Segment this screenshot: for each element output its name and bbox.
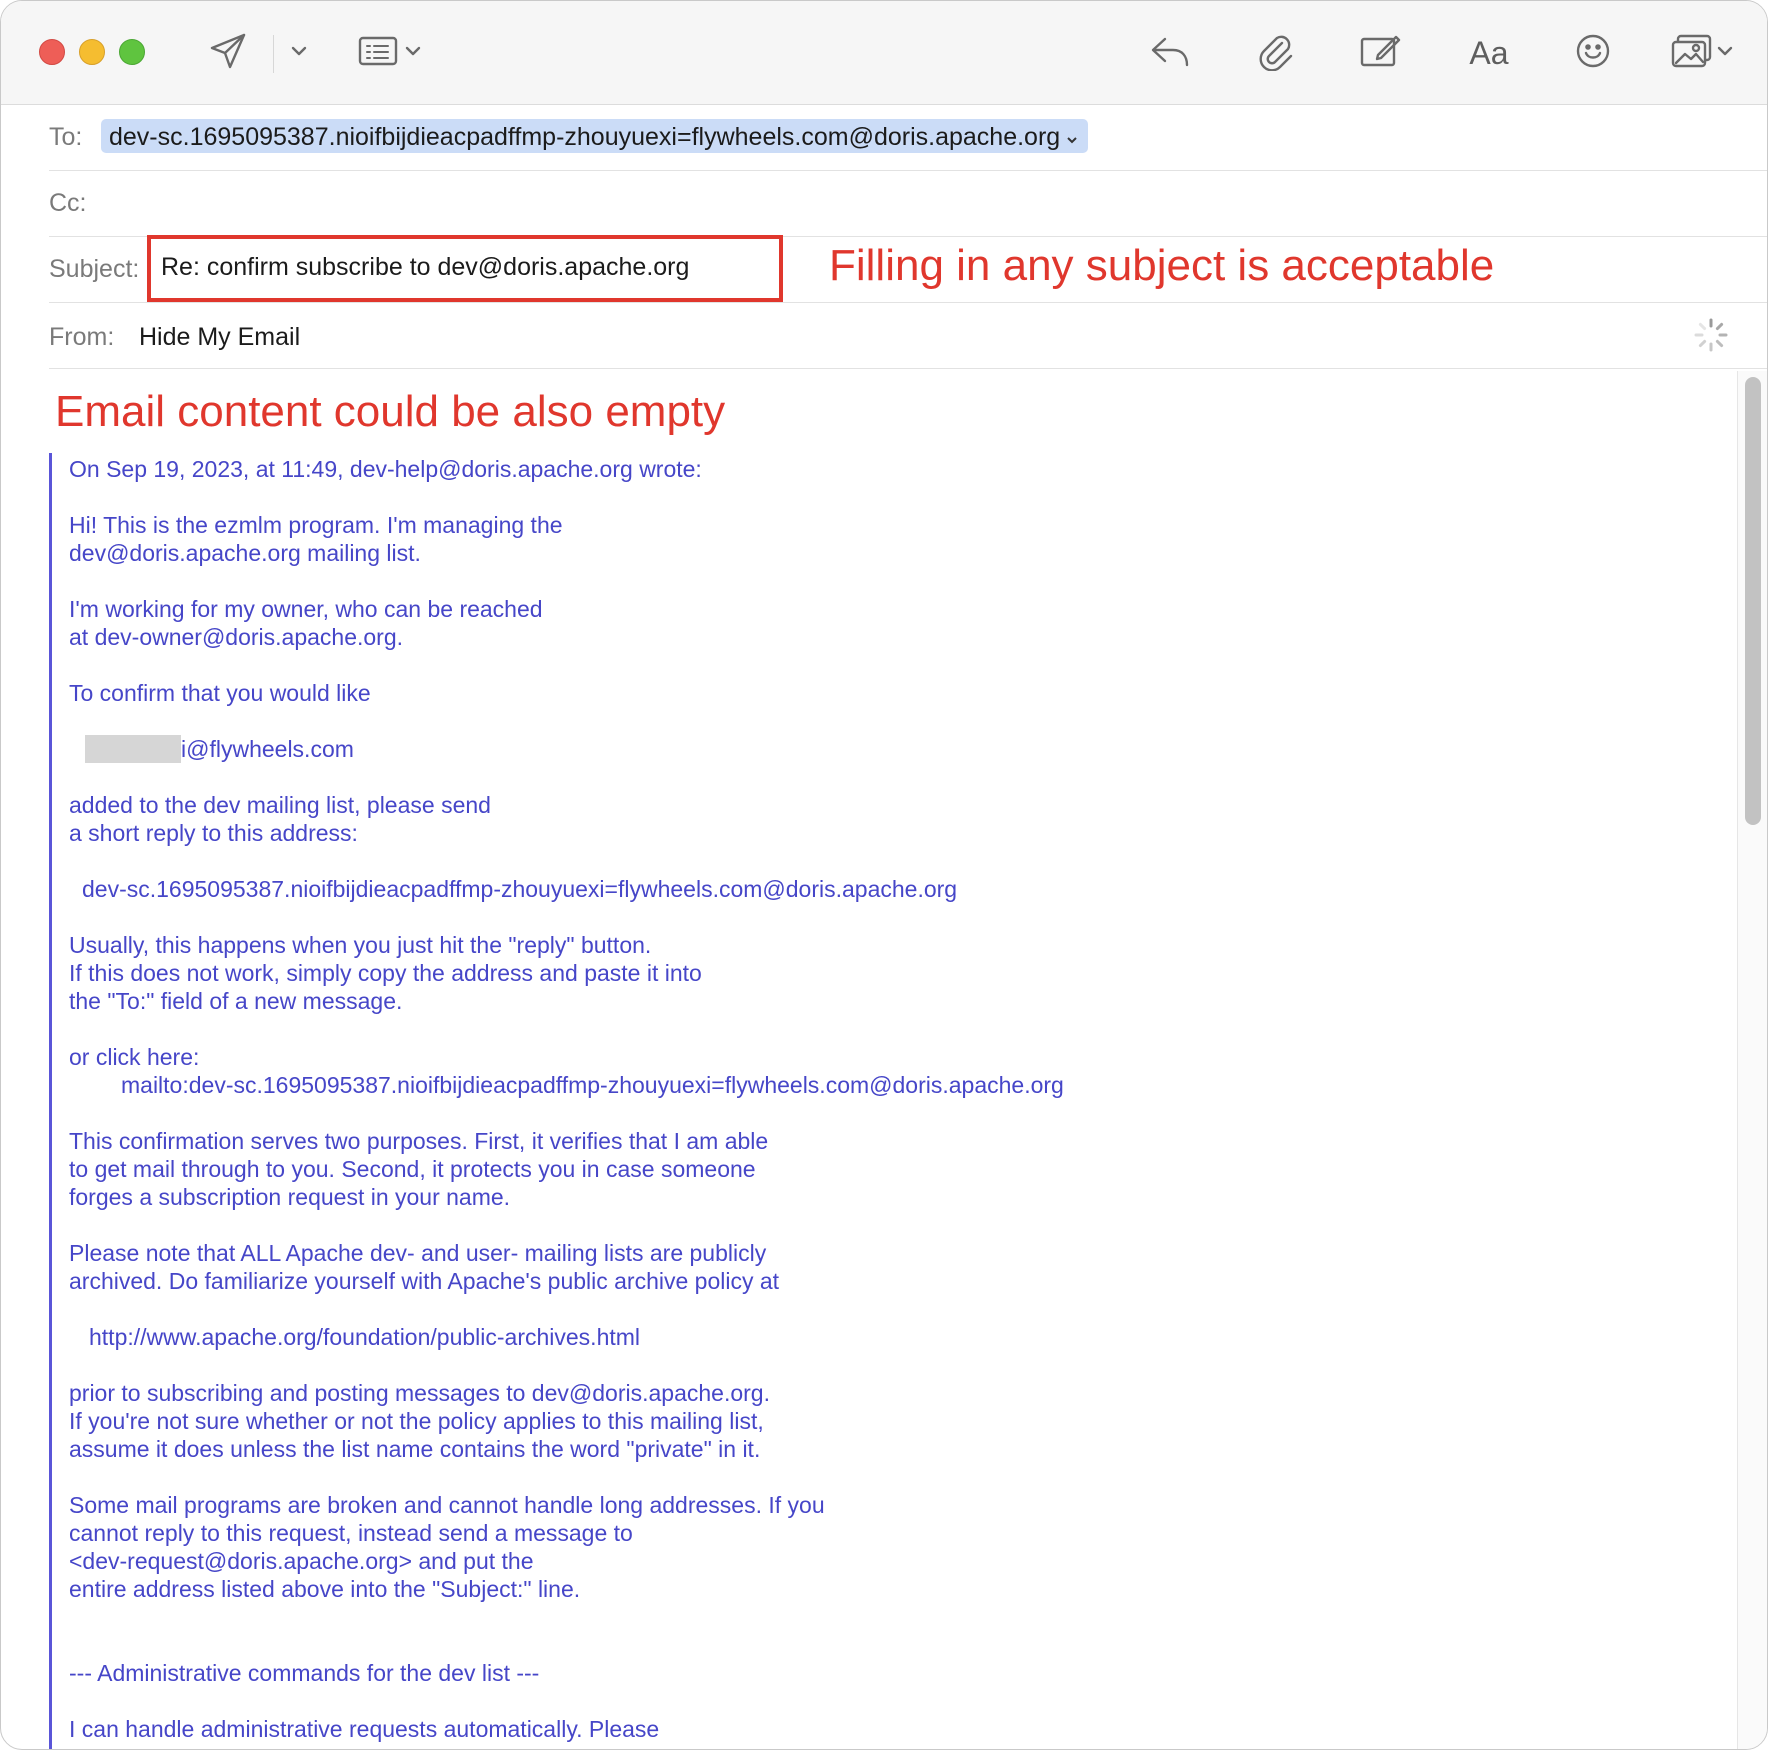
- quote-bar: [49, 453, 52, 1749]
- cc-label: Cc:: [49, 189, 87, 217]
- paper-plane-icon: [208, 31, 248, 76]
- paperclip-icon: [1255, 31, 1295, 76]
- quoted-line: assume it does unless the list name cont…: [69, 1436, 761, 1462]
- mailto-link[interactable]: mailto:dev-sc.1695095387.nioifbijdieacpa…: [121, 1072, 1064, 1099]
- subject-annotation: Filling in any subject is acceptable: [829, 241, 1495, 290]
- from-row: From:: [49, 303, 1767, 369]
- reply-button[interactable]: [1147, 29, 1193, 77]
- quoted-line: On Sep 19, 2023, at 11:49, dev-help@dori…: [69, 456, 702, 482]
- quoted-line: Usually, this happens when you just hit …: [69, 932, 652, 958]
- zoom-window-button[interactable]: [119, 39, 145, 65]
- quoted-line: archived. Do familiarize yourself with A…: [69, 1268, 780, 1294]
- header-fields-button[interactable]: [353, 29, 425, 77]
- body-annotation: Email content could be also empty: [55, 387, 726, 436]
- quoted-line: dev@doris.apache.org mailing list.: [69, 540, 421, 566]
- quoted-line: To confirm that you would like: [69, 680, 371, 706]
- format-label: Aa: [1469, 34, 1509, 71]
- minimize-window-button[interactable]: [79, 39, 105, 65]
- loading-spinner-icon: [1693, 317, 1729, 353]
- toolbar: Aa: [1, 1, 1767, 105]
- photo-icon: [1670, 32, 1714, 75]
- close-window-button[interactable]: [39, 39, 65, 65]
- to-recipient-address: dev-sc.1695095387.nioifbijdieacpadffmp-z…: [109, 122, 1061, 151]
- quoted-line: a short reply to this address:: [69, 820, 358, 846]
- cc-row[interactable]: Cc:: [49, 171, 1767, 237]
- attach-button[interactable]: [1253, 29, 1297, 77]
- quoted-line: forges a subscription request in your na…: [69, 1184, 511, 1210]
- quoted-line: Some mail programs are broken and cannot…: [69, 1492, 825, 1518]
- chevron-down-icon: [290, 44, 308, 62]
- toolbar-separator: [273, 35, 274, 73]
- quoted-line: This confirmation serves two purposes. F…: [69, 1128, 769, 1154]
- quoted-line: at dev-owner@doris.apache.org.: [69, 624, 404, 650]
- list-icon: [356, 34, 400, 73]
- quoted-line: If this does not work, simply copy the a…: [69, 960, 702, 986]
- to-label: To:: [49, 123, 83, 151]
- chevron-down-icon: [1716, 44, 1734, 62]
- quoted-line: or click here:: [69, 1044, 200, 1070]
- from-label: From:: [49, 323, 115, 351]
- quoted-line: i@flywheels.com: [181, 736, 354, 762]
- quoted-line: added to the dev mailing list, please se…: [69, 792, 491, 818]
- markup-button[interactable]: [1357, 29, 1403, 77]
- chevron-down-icon: [1066, 123, 1078, 152]
- emoji-button[interactable]: [1573, 29, 1613, 77]
- send-button[interactable]: [205, 29, 251, 77]
- quoted-line: prior to subscribing and posting message…: [69, 1380, 770, 1406]
- quoted-line: <dev-request@doris.apache.org> and put t…: [69, 1548, 534, 1574]
- scrollbar-thumb[interactable]: [1745, 377, 1761, 825]
- reply-arrow-icon: [1149, 33, 1191, 74]
- chevron-down-icon: [404, 44, 422, 62]
- quoted-line: --- Administrative commands for the dev …: [69, 1660, 540, 1686]
- format-button[interactable]: Aa: [1463, 29, 1515, 77]
- from-selector[interactable]: Hide My Email: [139, 323, 300, 352]
- quoted-line: the "To:" field of a new message.: [69, 988, 403, 1014]
- quoted-line: dev-sc.1695095387.nioifbijdieacpadffmp-z…: [82, 876, 958, 902]
- smiley-icon: [1574, 32, 1612, 75]
- redaction-block: [85, 735, 181, 763]
- to-row: To: dev-sc.1695095387.nioifbijdieacpadff…: [49, 105, 1767, 171]
- compose-icon: [1358, 31, 1402, 76]
- mail-compose-window: Aa To: dev-sc.1695095387.nioifbijdieacpa…: [0, 0, 1768, 1750]
- photo-browser-button[interactable]: [1667, 29, 1737, 77]
- quoted-line: cannot reply to this request, instead se…: [69, 1520, 633, 1546]
- quoted-line: Hi! This is the ezmlm program. I'm manag…: [69, 512, 563, 538]
- archive-link[interactable]: http://www.apache.org/foundation/public-…: [89, 1324, 640, 1351]
- to-recipient-token[interactable]: dev-sc.1695095387.nioifbijdieacpadffmp-z…: [101, 119, 1089, 153]
- quoted-line: I'm working for my owner, who can be rea…: [69, 596, 543, 622]
- quoted-line: I can handle administrative requests aut…: [69, 1716, 660, 1742]
- quoted-line: entire address listed above into the "Su…: [69, 1576, 581, 1602]
- send-options-button[interactable]: [287, 29, 311, 77]
- quoted-line: to get mail through to you. Second, it p…: [69, 1156, 756, 1182]
- subject-input[interactable]: Re: confirm subscribe to dev@doris.apach…: [161, 253, 689, 282]
- subject-label: Subject:: [49, 255, 140, 283]
- quoted-line: Please note that ALL Apache dev- and use…: [69, 1240, 767, 1266]
- quoted-line: If you're not sure whether or not the po…: [69, 1408, 764, 1434]
